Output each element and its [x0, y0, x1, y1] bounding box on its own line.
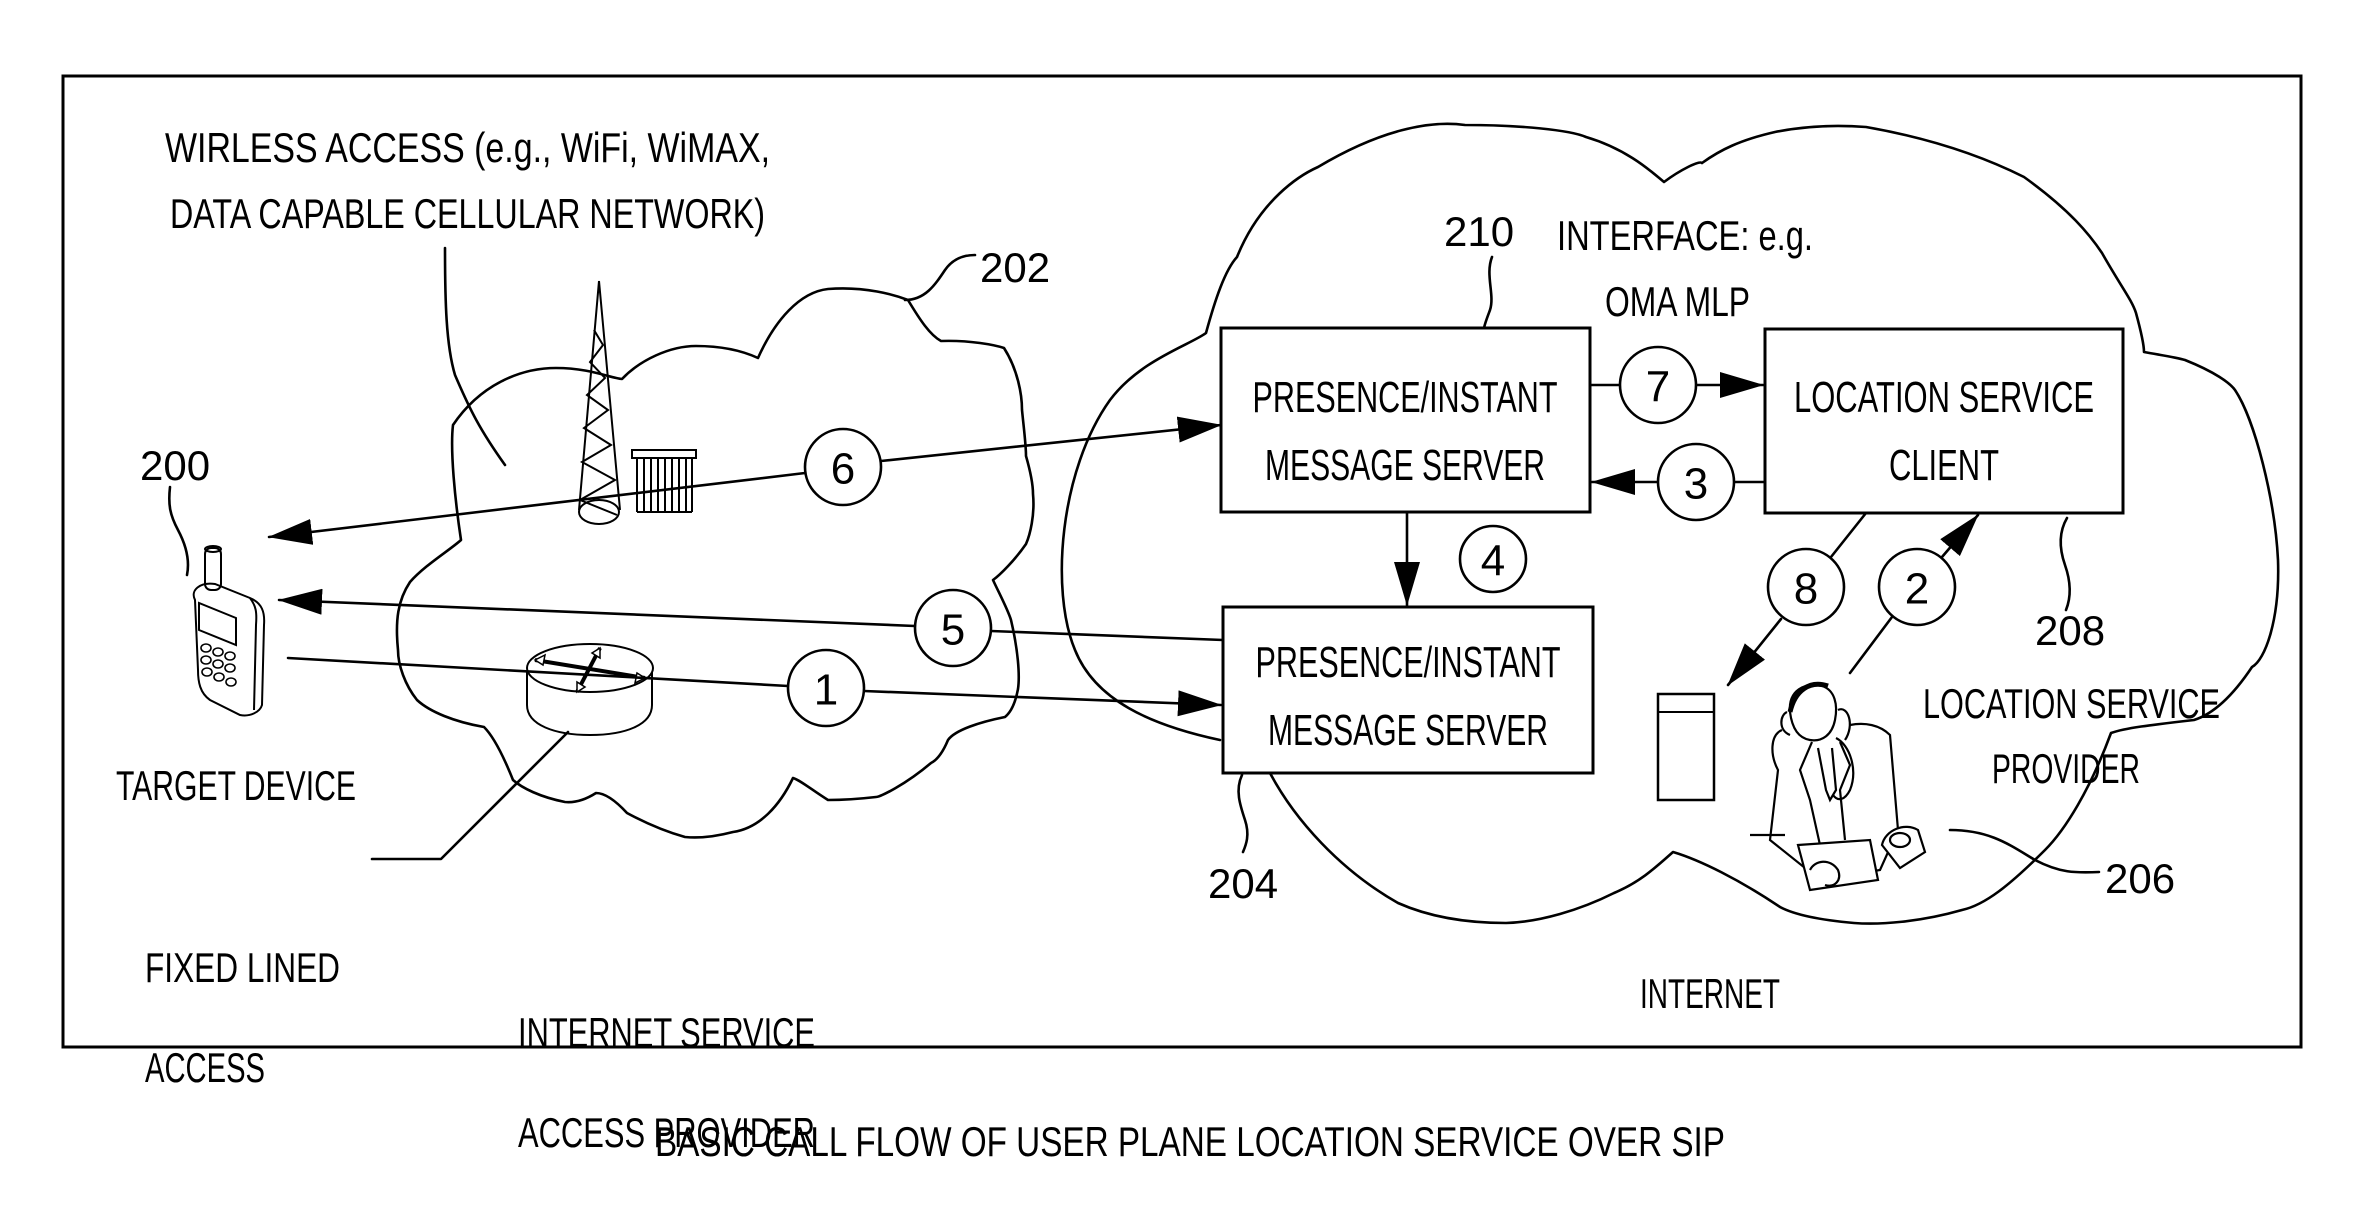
- ref-208: 208: [2035, 607, 2105, 654]
- ref-206-leader: [1948, 828, 2101, 874]
- fixed-lined-label-2: ACCESS: [145, 1044, 265, 1091]
- step-1: 1: [786, 648, 866, 728]
- fixed-lined-label-1: FIXED LINED: [145, 944, 340, 991]
- lsp-label-2: PROVIDER: [1992, 745, 2140, 792]
- flow-2-segment: [1848, 615, 1894, 675]
- flow-2-to-client: [1940, 513, 1980, 559]
- interface-label-1: INTERFACE: e.g.: [1557, 212, 1813, 259]
- step-2: 2: [1877, 547, 1957, 627]
- flow-5-segment: [989, 629, 1225, 642]
- svg-text:7: 7: [1646, 363, 1670, 412]
- presence-server-bottom-line1: PRESENCE/INSTANT: [1256, 638, 1561, 687]
- ref-200: 200: [140, 442, 210, 489]
- location-service-client[interactable]: LOCATION SERVICE CLIENT: [1763, 327, 2125, 515]
- internet-label: INTERNET: [1640, 970, 1780, 1017]
- step-3: 3: [1656, 442, 1736, 522]
- svg-text:2: 2: [1905, 565, 1929, 614]
- isp-cloud: [395, 287, 1035, 839]
- router-icon: [526, 643, 654, 737]
- presence-server-top[interactable]: PRESENCE/INSTANT MESSAGE SERVER: [1219, 326, 1592, 514]
- wireless-access-label-1: WIRLESS ACCESS (e.g., WiFi, WiMAX,: [165, 124, 770, 171]
- ref-202-leader: [903, 253, 977, 302]
- presence-server-bottom[interactable]: PRESENCE/INSTANT MESSAGE SERVER: [1221, 605, 1595, 775]
- svg-text:8: 8: [1794, 565, 1818, 614]
- presence-server-top-line2: MESSAGE SERVER: [1265, 441, 1545, 490]
- presence-server-top-line1: PRESENCE/INSTANT: [1253, 373, 1558, 422]
- person-on-phone-icon: [1750, 681, 1927, 892]
- figure-caption: BASIC CALL FLOW OF USER PLANE LOCATION S…: [655, 1118, 1725, 1165]
- server-tower-icon: [1656, 692, 1716, 802]
- ref-208-leader: [2059, 516, 2071, 612]
- flow-6-to-device: [267, 471, 807, 545]
- ref-210: 210: [1444, 208, 1514, 255]
- ref-202: 202: [980, 244, 1050, 291]
- lsp-label-1: LOCATION SERVICE: [1923, 680, 2220, 727]
- flow-8-segment: [1829, 511, 1868, 559]
- step-7: 7: [1618, 345, 1698, 425]
- antenna-panel-icon: [631, 449, 697, 513]
- svg-text:3: 3: [1684, 460, 1708, 509]
- flow-6-to-server: [879, 416, 1223, 463]
- step-6: 6: [803, 427, 883, 507]
- location-client-line1: LOCATION SERVICE: [1794, 373, 2094, 422]
- step-5: 5: [913, 588, 993, 668]
- ref-204: 204: [1208, 860, 1278, 907]
- location-client-line2: CLIENT: [1889, 441, 1999, 490]
- ref-200-leader: [167, 485, 190, 577]
- flow-8-to-provider: [1726, 617, 1783, 687]
- ref-204-leader: [1237, 773, 1249, 854]
- ref-206: 206: [2105, 855, 2175, 902]
- wireless-access-label-2: DATA CAPABLE CELLULAR NETWORK): [170, 190, 765, 237]
- step-8: 8: [1766, 547, 1846, 627]
- step-4: 4: [1458, 524, 1528, 594]
- isp-label-1: INTERNET SERVICE: [518, 1009, 815, 1056]
- svg-text:6: 6: [831, 445, 855, 494]
- flow-1-to-server: [862, 689, 1223, 717]
- flow-5-to-device: [277, 588, 917, 628]
- svg-text:4: 4: [1481, 537, 1505, 586]
- cell-tower-icon: [577, 280, 621, 525]
- mobile-phone-icon: [192, 545, 266, 717]
- svg-text:5: 5: [941, 606, 965, 655]
- presence-server-bottom-line2: MESSAGE SERVER: [1268, 706, 1548, 755]
- wireless-access-leader: [443, 246, 507, 467]
- call-flow-diagram: 202 WIRLESS ACCESS (e.g., WiFi, WiMAX, D…: [61, 74, 2303, 1165]
- svg-text:1: 1: [814, 666, 838, 715]
- ref-210-leader: [1482, 255, 1494, 330]
- target-device-label: TARGET DEVICE: [116, 762, 356, 809]
- interface-label-2: OMA MLP: [1605, 278, 1750, 325]
